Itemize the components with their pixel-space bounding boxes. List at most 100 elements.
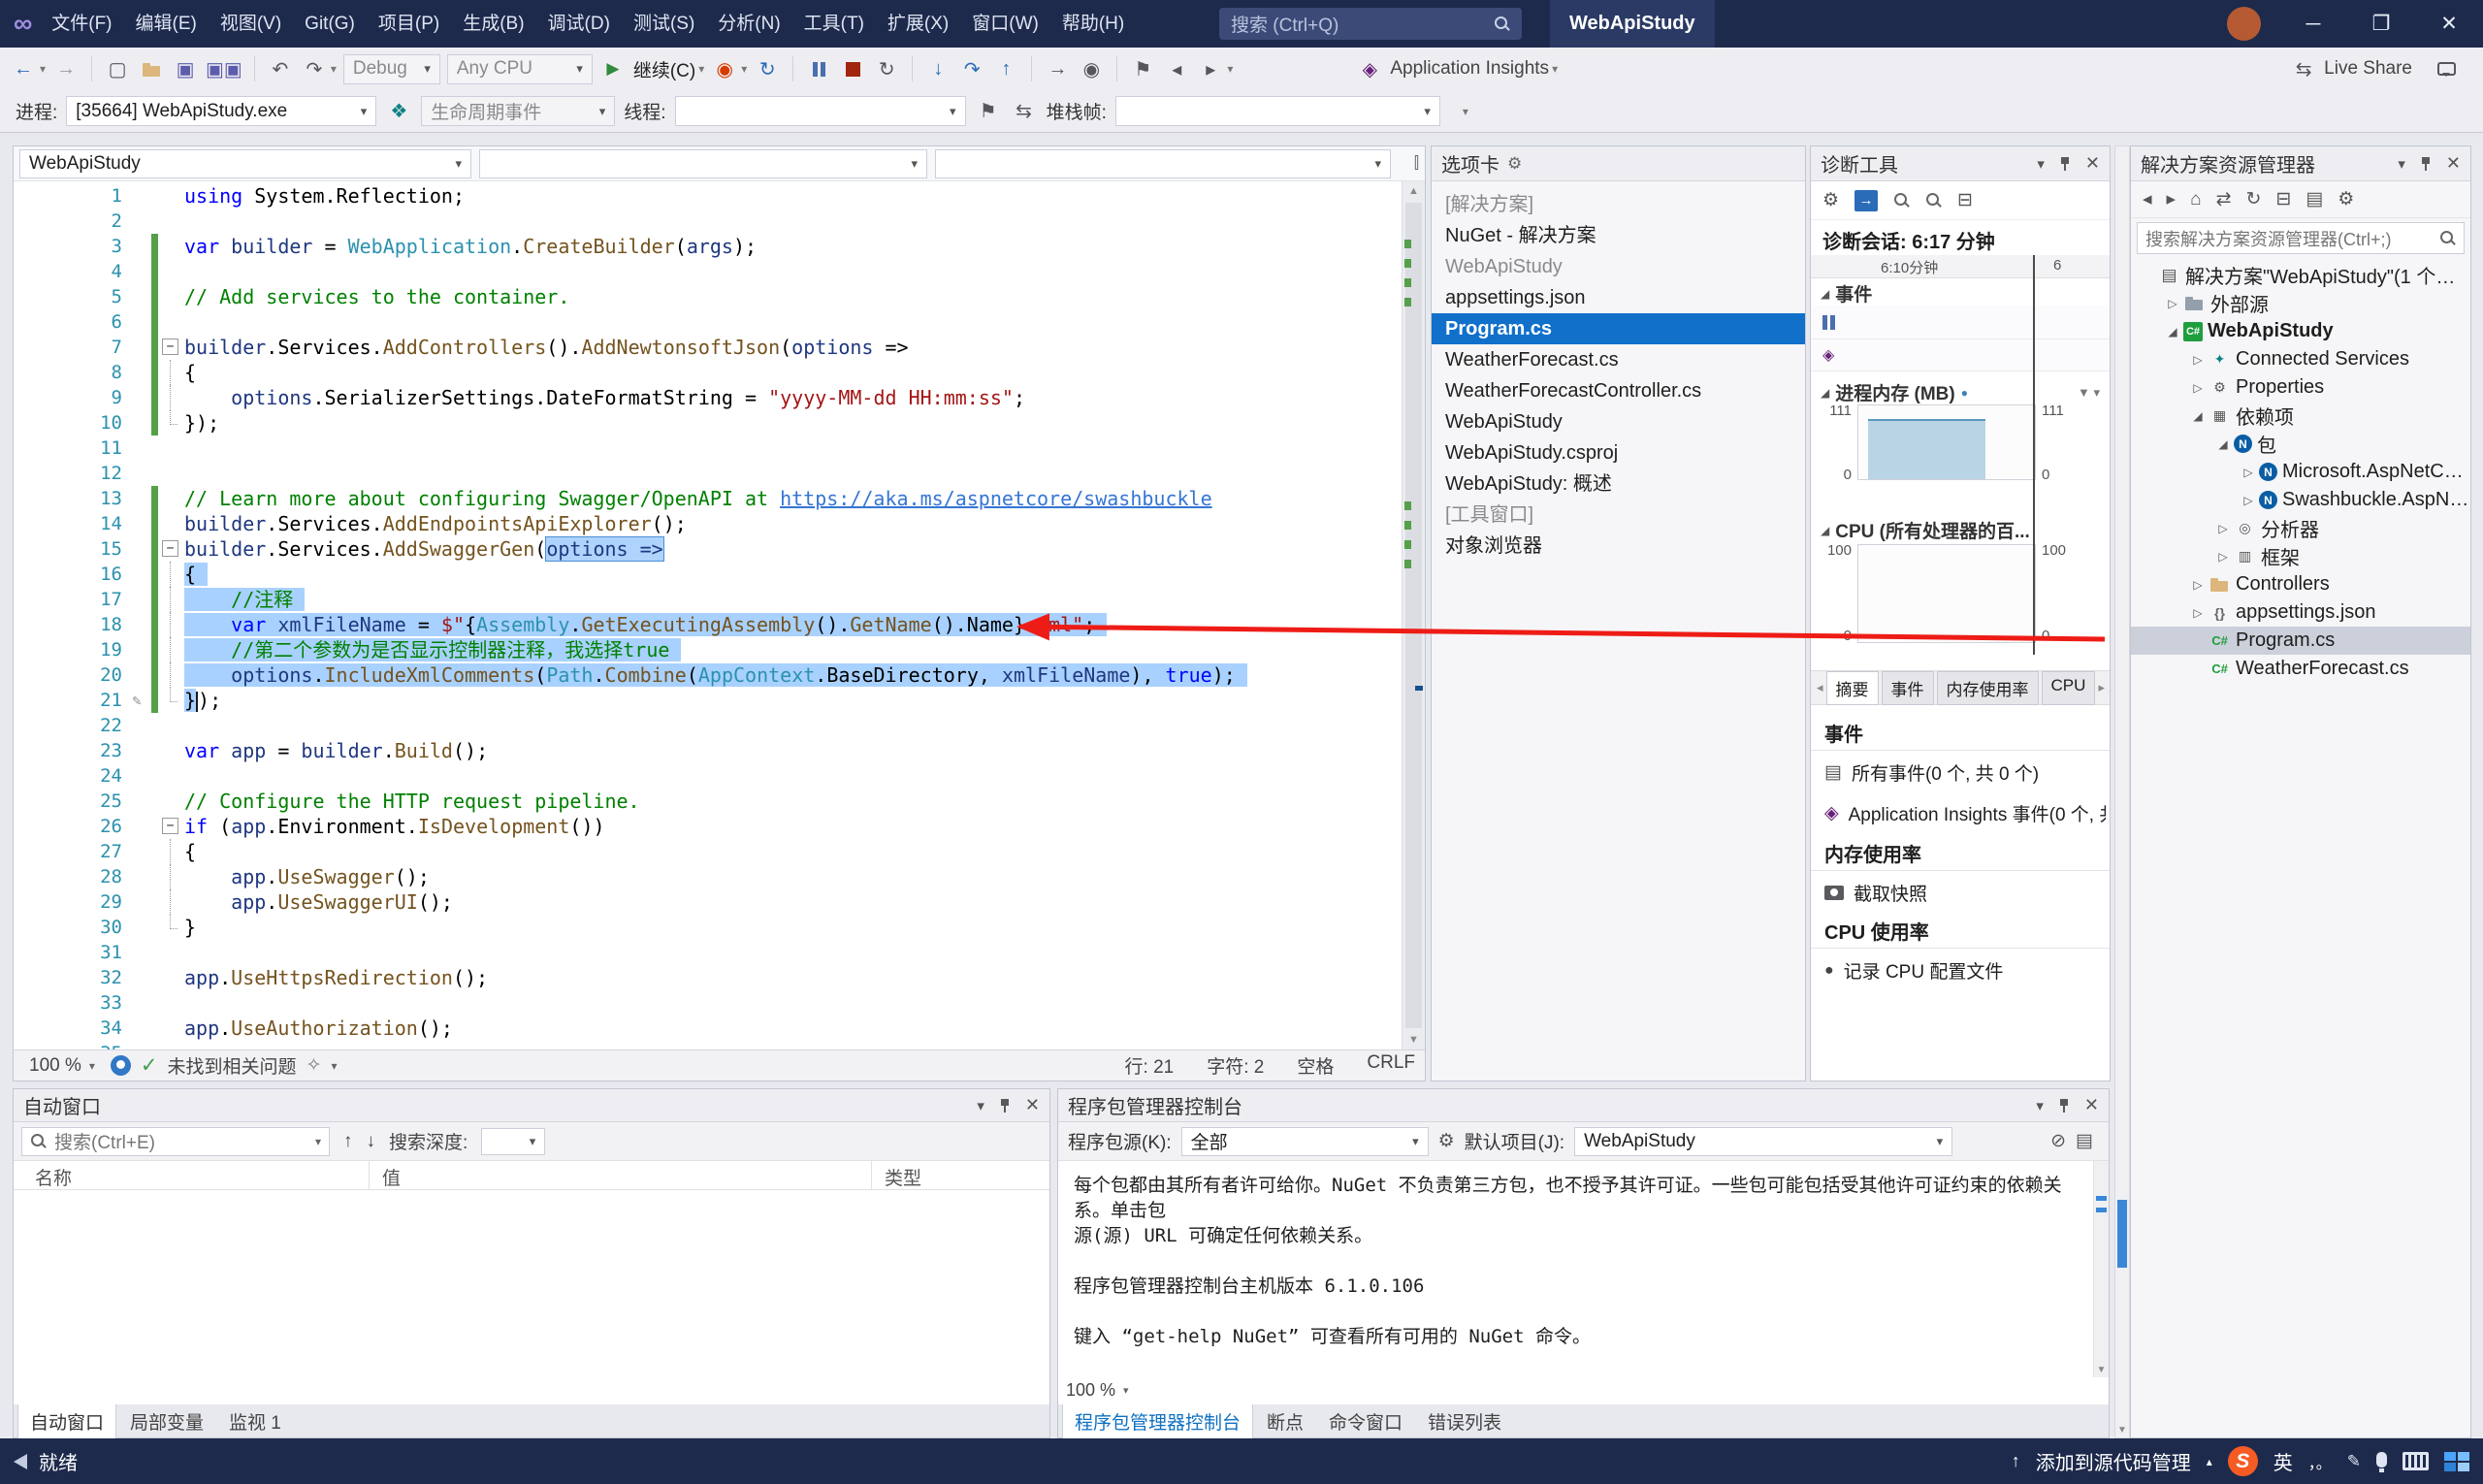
menu-item[interactable]: Git(G) <box>293 0 367 48</box>
menu-item[interactable]: 项目(P) <box>367 0 451 48</box>
process-dropdown[interactable]: [35664] WebApiStudy.exe▾ <box>66 96 376 126</box>
clear-console-icon[interactable]: ⊘ <box>2050 1130 2066 1152</box>
code-line[interactable]: 8{ <box>14 360 1402 385</box>
tree-item[interactable]: ◢N包 <box>2131 430 2470 458</box>
expander-icon[interactable]: ▷ <box>2187 578 2209 592</box>
gear-icon[interactable]: ⚙ <box>1822 189 1839 211</box>
close-icon[interactable]: ✕ <box>2084 1095 2099 1115</box>
search-down-icon[interactable]: ↓ <box>367 1131 376 1152</box>
restart-debugging-icon[interactable]: ↻ <box>873 54 900 83</box>
step-out-icon[interactable]: ↑ <box>992 54 1019 83</box>
sogou-ime-icon[interactable]: S <box>2228 1446 2258 1476</box>
microphone-icon[interactable] <box>2376 1452 2387 1468</box>
diagnostics-tab[interactable]: 摘要 <box>1826 671 1879 705</box>
split-window-icon[interactable]: ⫿ <box>1414 155 1419 173</box>
pencil-icon[interactable]: ✎ <box>2347 1452 2361 1471</box>
menu-item[interactable]: 调试(D) <box>536 0 622 48</box>
expander-icon[interactable]: ▷ <box>2187 606 2209 620</box>
keyboard-icon[interactable] <box>2402 1452 2429 1470</box>
forward-icon[interactable]: ▸ <box>2167 188 2177 210</box>
console-output[interactable]: 每个包都由其所有者许可给你。NuGet 不负责第三方包，也不授予其许可证。一些包… <box>1058 1161 2093 1377</box>
live-share-button[interactable]: Live Share <box>2324 58 2412 80</box>
menu-item[interactable]: 视图(V) <box>209 0 293 48</box>
tree-item[interactable]: ▷NSwashbuckle.AspNetC... <box>2131 486 2470 514</box>
app-insights-track[interactable]: ◈ <box>1811 339 2110 371</box>
code-line[interactable]: 3var builder = WebApplication.CreateBuil… <box>14 234 1402 259</box>
open-document-item[interactable]: WebApiStudy: 概述 <box>1432 468 1805 500</box>
tree-item[interactable]: ▷✦Connected Services <box>2131 345 2470 373</box>
lifecycle-events-dropdown[interactable]: 生命周期事件▾ <box>421 96 615 126</box>
account-avatar[interactable] <box>2227 7 2261 41</box>
type-dropdown[interactable]: ▾ <box>479 149 927 178</box>
breakpoints-window-icon[interactable]: ◉ <box>1078 54 1105 83</box>
code-line[interactable]: 19 //第二个参数为是否显示控制器注释，我选择true <box>14 637 1402 662</box>
menu-item[interactable]: 扩展(X) <box>876 0 960 48</box>
scrollbar-thumb[interactable] <box>2117 1200 2127 1268</box>
menu-item[interactable]: 测试(S) <box>622 0 706 48</box>
code-line[interactable]: 34app.UseAuthorization(); <box>14 1016 1402 1041</box>
maximize-button[interactable]: ❐ <box>2347 0 2415 48</box>
collapse-all-icon[interactable]: ⊟ <box>2275 188 2291 210</box>
open-document-item[interactable]: WebApiStudy <box>1432 406 1805 437</box>
expander-icon[interactable]: ▷ <box>2187 353 2209 367</box>
break-all-icon[interactable] <box>805 54 832 83</box>
console-zoom-dropdown[interactable]: 100 %▾ <box>1066 1377 1129 1403</box>
code-line[interactable]: 7−builder.Services.AddControllers().AddN… <box>14 335 1402 360</box>
scroll-up-icon[interactable]: ▲ <box>1403 181 1425 197</box>
tool-window-tab[interactable]: 局部变量 <box>118 1404 215 1438</box>
menu-item[interactable]: 编辑(E) <box>124 0 209 48</box>
step-into-icon[interactable]: ↓ <box>924 54 951 83</box>
switch-views-icon[interactable]: ⇄ <box>2216 188 2232 210</box>
column-value[interactable]: 值 <box>382 1164 401 1190</box>
quick-search-box[interactable]: 搜索 (Ctrl+Q) <box>1219 8 1522 40</box>
tree-item[interactable]: ▷▥框架 <box>2131 542 2470 570</box>
column-name[interactable]: 名称 <box>35 1164 72 1190</box>
package-source-dropdown[interactable]: 全部▾ <box>1181 1127 1429 1156</box>
close-icon[interactable]: ✕ <box>2446 153 2461 174</box>
tool-window-tab[interactable]: 监视 1 <box>217 1404 293 1438</box>
code-line[interactable]: 22 <box>14 713 1402 738</box>
code-line[interactable]: 15−builder.Services.AddSwaggerGen(option… <box>14 536 1402 562</box>
code-line[interactable]: 1using System.Reflection; <box>14 183 1402 209</box>
pin-icon[interactable] <box>2058 156 2072 172</box>
pin-icon[interactable] <box>2057 1098 2071 1113</box>
open-file-icon[interactable] <box>138 54 165 83</box>
tree-item[interactable]: ▷外部源 <box>2131 289 2470 317</box>
code-line[interactable]: 13// Learn more about configuring Swagge… <box>14 486 1402 511</box>
add-to-source-control-button[interactable]: 添加到源代码管理 <box>2036 1447 2191 1475</box>
close-button[interactable]: ✕ <box>2415 0 2483 48</box>
record-cpu-link[interactable]: 记录 CPU 配置文件 <box>1844 957 2004 984</box>
tree-item[interactable]: C#WeatherForecast.cs <box>2131 655 2470 683</box>
refresh-icon[interactable]: ↻ <box>2246 188 2262 210</box>
toggle-flagged-icon[interactable]: ⇆ <box>1011 97 1038 126</box>
open-document-item[interactable]: WeatherForecastController.cs <box>1432 375 1805 406</box>
window-position-icon[interactable]: ▾ <box>2398 155 2405 173</box>
next-bookmark-icon[interactable]: ▸ <box>1197 54 1224 83</box>
megaphone-icon[interactable] <box>14 1454 27 1469</box>
previous-bookmark-icon[interactable]: ◂ <box>1163 54 1190 83</box>
code-line[interactable]: 2 <box>14 209 1402 234</box>
expander-icon[interactable]: ▷ <box>2238 494 2259 507</box>
tree-item[interactable]: ▷⚙Properties <box>2131 373 2470 402</box>
member-dropdown[interactable]: ▾ <box>935 149 1391 178</box>
zoom-out-icon[interactable] <box>1925 192 1942 209</box>
menu-item[interactable]: 工具(T) <box>792 0 876 48</box>
code-line[interactable]: 25// Configure the HTTP request pipeline… <box>14 789 1402 814</box>
tabs-panel-header[interactable]: 选项卡 ⚙ <box>1432 146 1805 181</box>
column-indicator[interactable]: 字符: 2 <box>1207 1052 1264 1079</box>
zoom-in-icon[interactable] <box>1893 192 1910 209</box>
tree-item[interactable]: ▷NMicrosoft.AspNetCore... <box>2131 458 2470 486</box>
export-icon[interactable]: → <box>1854 190 1878 211</box>
save-all-icon[interactable]: ▣▣ <box>206 54 242 83</box>
close-icon[interactable]: ✕ <box>2085 153 2100 174</box>
app-insights-events-link[interactable]: Application Insights 事件(0 个, 共 0 个) <box>1849 800 2106 826</box>
solution-configurations-dropdown[interactable]: Debug▾ <box>343 54 440 84</box>
tool-window-tab[interactable]: 自动窗口 <box>17 1404 116 1439</box>
cpu-section-header[interactable]: ◢CPU (所有处理器的百... <box>1811 517 2110 543</box>
scroll-down-icon[interactable]: ▼ <box>2115 1425 2129 1436</box>
code-editor[interactable]: 1using System.Reflection;23var builder =… <box>14 181 1402 1049</box>
punctuation-mode-icon[interactable]: ，。 <box>2308 1450 2332 1473</box>
tree-item[interactable]: ◢C#WebApiStudy <box>2131 317 2470 345</box>
diagnostics-tab[interactable]: 内存使用率 <box>1937 671 2039 705</box>
tool-window-tab[interactable]: 断点 <box>1255 1404 1315 1438</box>
